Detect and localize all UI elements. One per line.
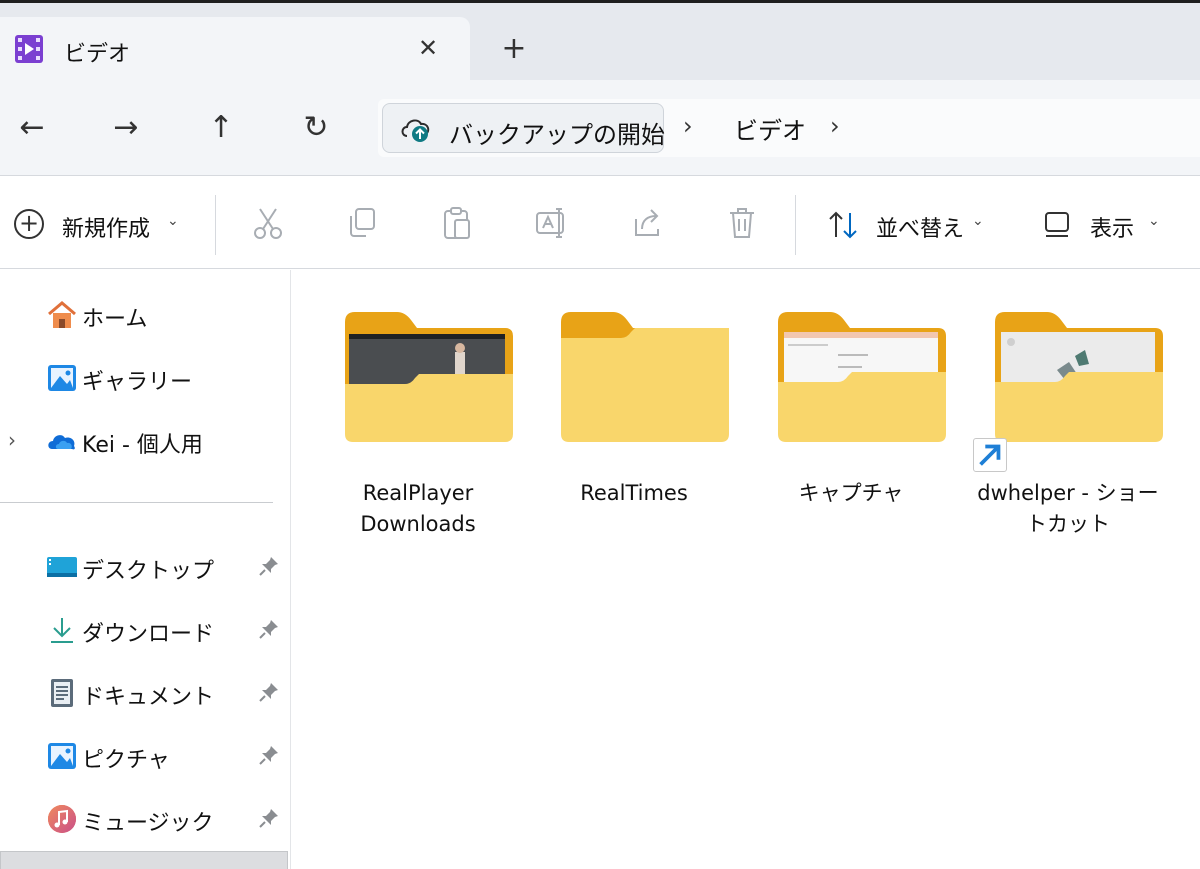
new-chevron-icon[interactable]: ⌄ [167,213,179,229]
sidebar-label: ダウンロード [82,622,215,647]
folder-name: dwhelper - ショー トカット [977,481,1159,536]
folder-name: RealTimes [580,481,688,505]
sidebar-item-home[interactable]: ホーム [0,289,291,339]
backup-label: バックアップの開始 [449,121,665,149]
download-icon [51,618,73,643]
cloud-upload-icon [401,119,430,142]
copy-icon[interactable] [344,205,380,241]
view-label: 表示 [1090,217,1135,242]
sort-label: 並べ替え [876,217,965,242]
cut-icon[interactable] [250,205,286,241]
file-view: RealPlayer Downloads RealTimes キャプチャ dwh… [292,270,1200,869]
share-icon[interactable] [630,205,666,241]
refresh-button[interactable]: ↻ [298,110,334,146]
sidebar-label: ミュージック [82,811,214,836]
sidebar-label: ドキュメント [82,685,215,710]
delete-icon[interactable] [724,205,760,241]
sort-chevron-icon: ⌄ [972,213,984,229]
sidebar-label: デスクトップ [82,559,215,584]
shortcut-arrow-icon [973,438,1007,472]
new-tab-button[interactable]: + [500,33,528,65]
command-bar: + 新規作成 ⌄ 並べ替え ⌄ 表示 ⌄ [0,177,1200,269]
tab-title: ビデオ [64,42,131,67]
folder-icon [561,312,729,442]
sidebar-divider [0,502,273,503]
back-button[interactable]: ← [14,110,50,146]
paste-icon[interactable] [439,205,475,241]
sidebar-item-music[interactable]: ミュージック [0,793,291,843]
folder-item[interactable]: RealPlayer Downloads [323,308,513,568]
folder-icon [345,312,513,442]
folder-item[interactable]: RealTimes [539,308,729,568]
tab-bar: ビデオ ✕ + [0,3,1200,80]
home-icon [48,301,76,328]
breadcrumb-separator[interactable]: › [683,112,693,140]
sidebar-label: ホーム [82,307,148,332]
folder-shortcut-item[interactable]: dwhelper - ショー トカット [973,308,1163,568]
breadcrumb-separator-end[interactable]: › [830,112,840,140]
gallery-icon [48,365,76,391]
new-label: 新規作成 [62,217,151,242]
forward-button[interactable]: → [108,110,144,146]
onedrive-cloud-icon [48,435,75,450]
sidebar-item-onedrive[interactable]: › Kei - 個人用 [0,415,291,465]
sidebar-item-desktop[interactable]: デスクトップ [0,541,291,591]
tab-videos[interactable]: ビデオ ✕ [0,17,470,80]
sidebar-item-documents[interactable]: ドキュメント [0,667,291,717]
video-folder-icon [15,35,43,63]
folder-name: RealPlayer Downloads [360,481,476,536]
sidebar-label: ギャラリー [82,370,193,395]
folder-icon [995,312,1163,442]
documents-icon [51,679,73,707]
folder-icon [778,312,946,442]
divider [795,195,796,255]
pin-icon[interactable] [258,618,280,640]
pin-icon[interactable] [258,681,280,703]
breadcrumb-videos[interactable]: ビデオ [734,111,806,146]
music-icon [48,805,76,833]
backup-start-button[interactable]: バックアップの開始 [382,103,665,153]
folder-name: キャプチャ [798,481,904,505]
pictures-icon [48,743,76,769]
navigation-pane: ホーム ギャラリー › Kei - 個人用 デスクトップ ダウンロード ドキュメ… [0,270,291,869]
divider [215,195,216,255]
navigation-bar: ← → ↑ ↻ バックアップの開始 › ビデオ › [0,80,1200,176]
view-chevron-icon: ⌄ [1148,213,1160,229]
pin-icon[interactable] [258,555,280,577]
folder-item[interactable]: キャプチャ [756,308,946,568]
sidebar-item-gallery[interactable]: ギャラリー [0,352,291,402]
close-tab-button[interactable]: ✕ [414,34,442,62]
expand-chevron-icon[interactable]: › [8,428,16,452]
sidebar-item-downloads[interactable]: ダウンロード [0,604,291,654]
sidebar-label: Kei - 個人用 [82,433,203,458]
view-icon [1045,212,1069,237]
desktop-icon [47,557,77,577]
pin-icon[interactable] [258,744,280,766]
view-button[interactable]: 表示 ⌄ [1042,207,1172,243]
sidebar-item-videos-selected[interactable] [0,851,288,869]
rename-icon[interactable] [534,205,570,241]
sort-icon [829,211,857,239]
sidebar-item-pictures[interactable]: ピクチャ [0,730,291,780]
sort-button[interactable]: 並べ替え ⌄ [826,207,996,243]
address-bar[interactable]: バックアップの開始 › ビデオ › [378,99,1200,157]
up-button[interactable]: ↑ [203,110,239,146]
plus-circle-icon: + [14,209,44,239]
pin-icon[interactable] [258,807,280,829]
sidebar-label: ピクチャ [82,748,170,773]
